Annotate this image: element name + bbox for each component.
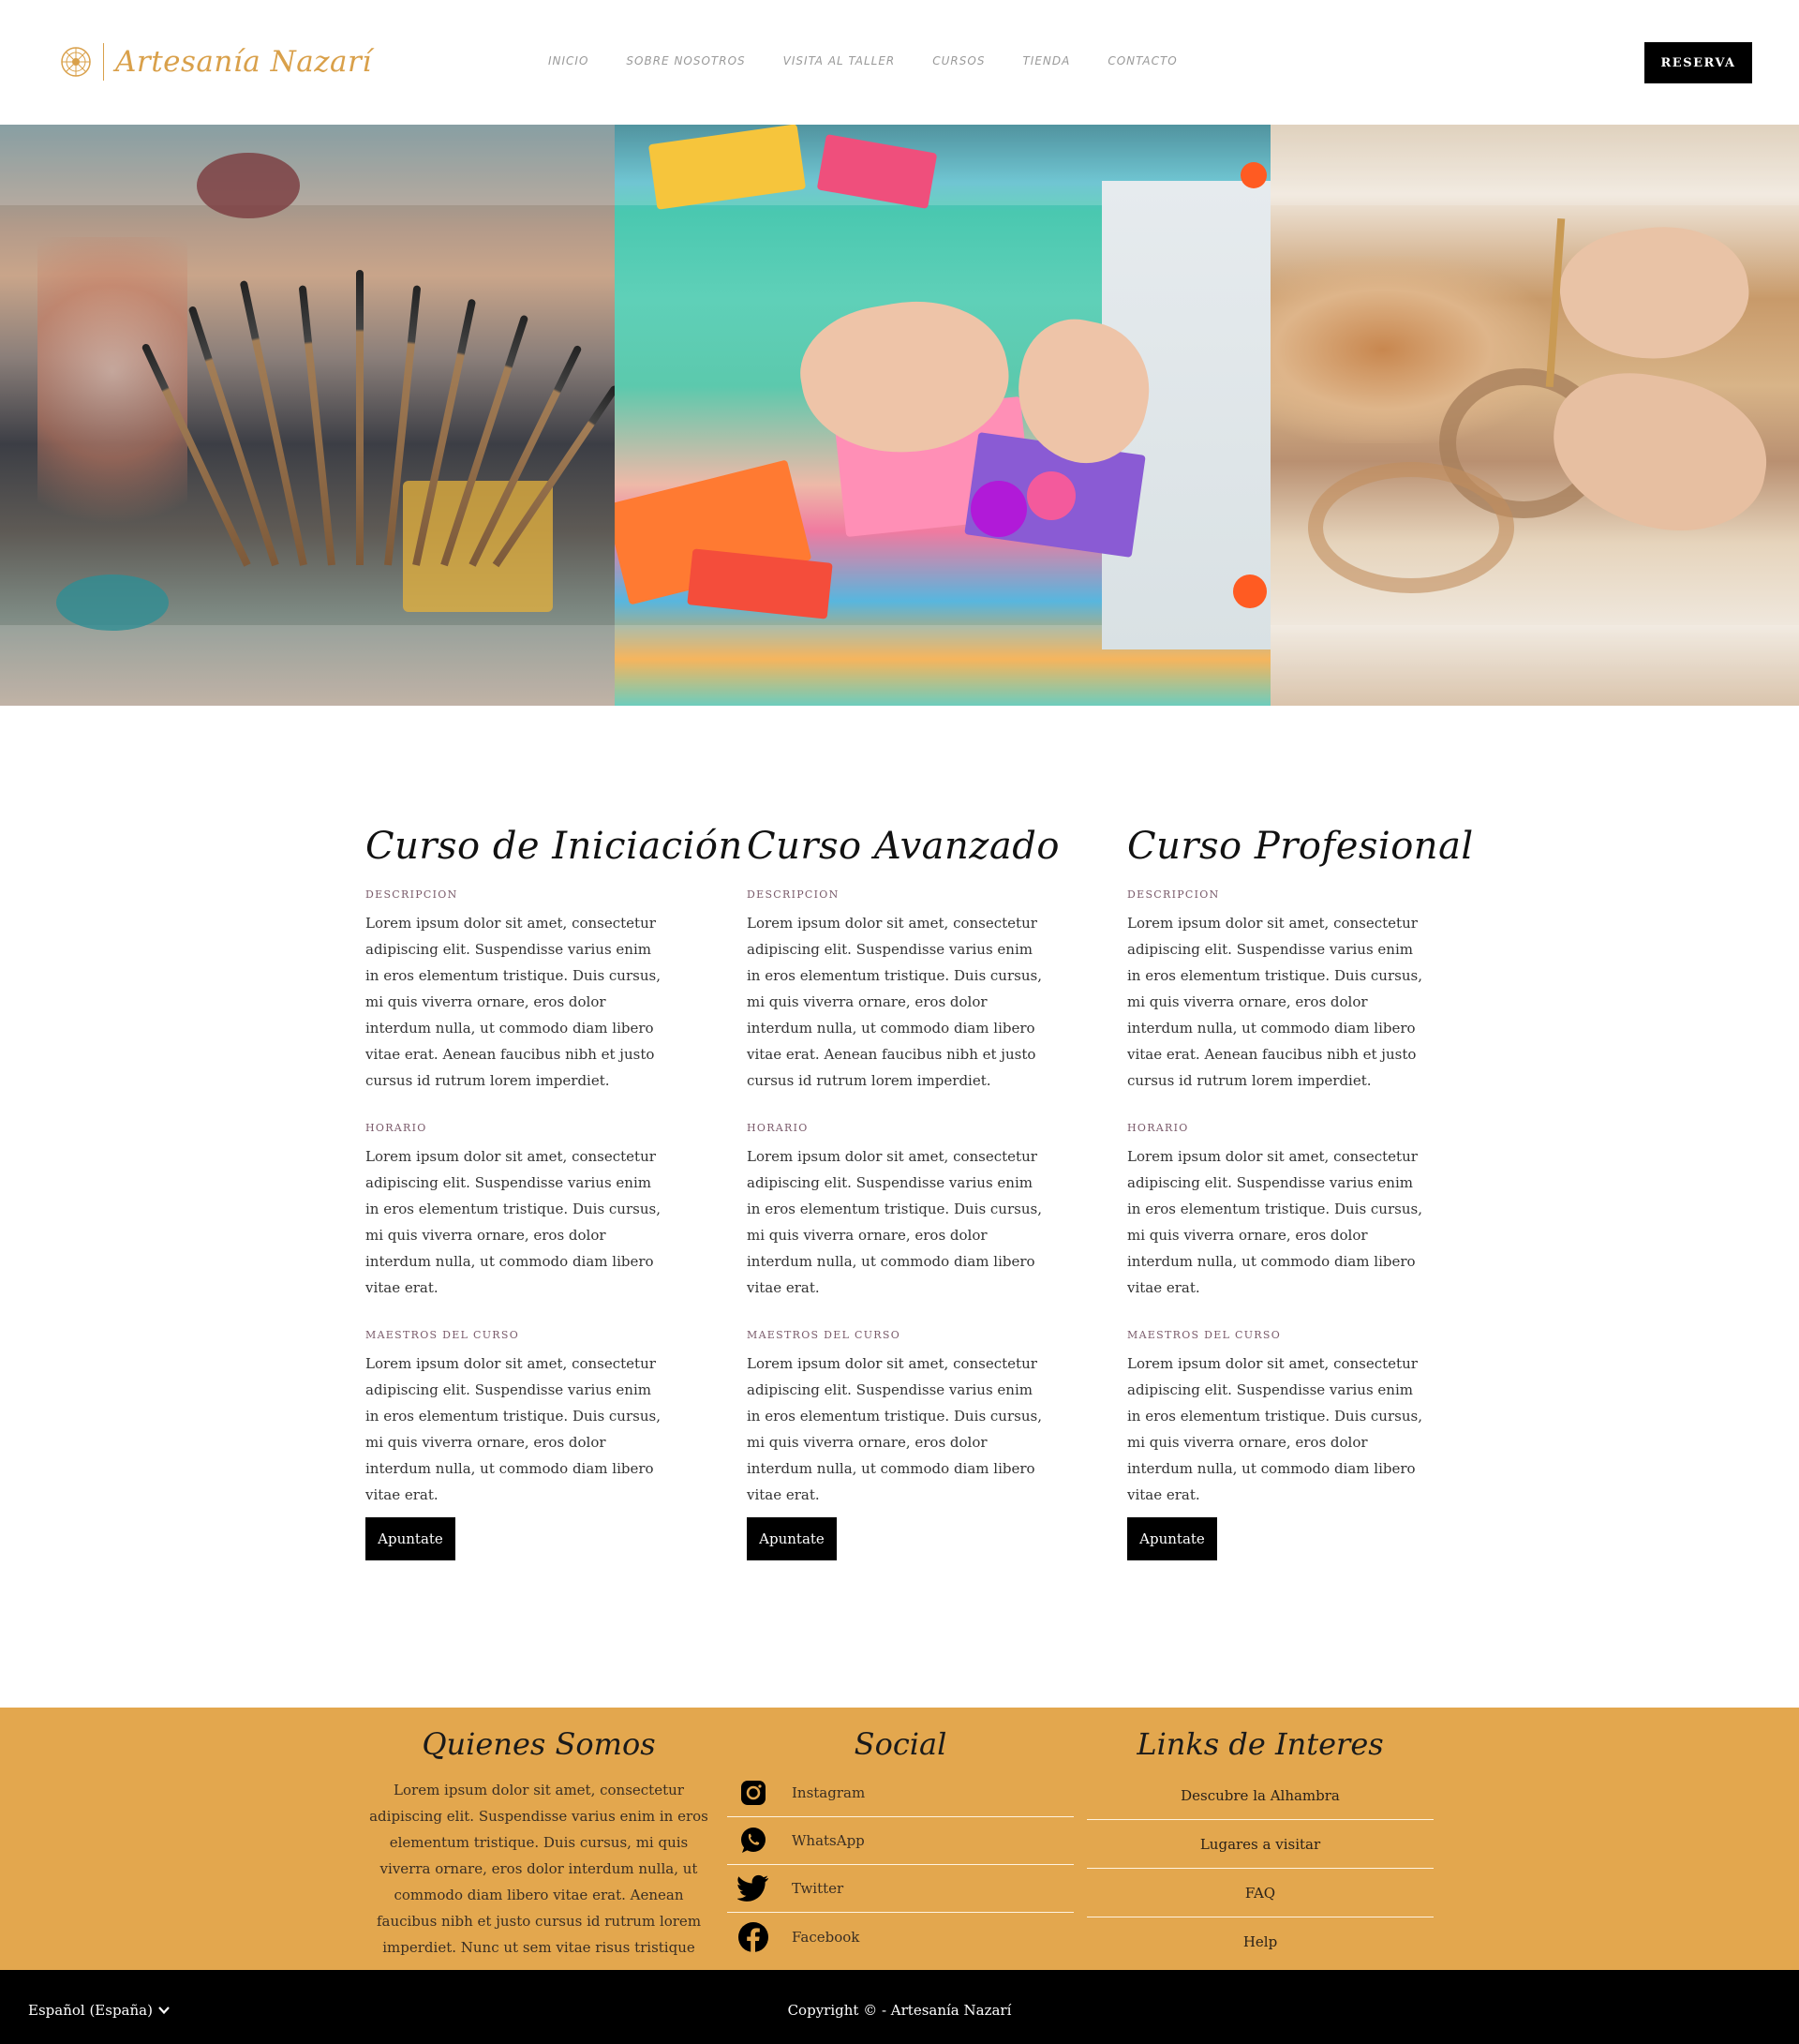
descripcion-label: DESCRIPCION bbox=[747, 888, 840, 901]
logo-mark-icon bbox=[60, 46, 92, 78]
reserva-button[interactable]: RESERVA bbox=[1644, 42, 1752, 83]
hero-image-crafts bbox=[615, 125, 1271, 706]
nav-item-visita-al-taller[interactable]: VISITA AL TALLER bbox=[783, 54, 896, 67]
whatsapp-icon bbox=[737, 1825, 769, 1857]
nav-item-tienda[interactable]: TIENDA bbox=[1022, 54, 1070, 67]
social-link-instagram[interactable]: Instagram bbox=[727, 1769, 1074, 1817]
logo-divider bbox=[103, 43, 104, 81]
link-help[interactable]: Help bbox=[1087, 1917, 1434, 1966]
copyright-text: Copyright © - Artesanía Nazarí bbox=[787, 2002, 1012, 2019]
quienes-somos-text: Lorem ipsum dolor sit amet, consectetur … bbox=[369, 1782, 708, 1982]
horario-text: Lorem ipsum dolor sit amet, consectetur … bbox=[1127, 1148, 1422, 1296]
site-footer: Quienes Somos Lorem ipsum dolor sit amet… bbox=[0, 1708, 1799, 1982]
links-title: Links de Interes bbox=[1137, 1726, 1384, 1762]
hero-image-carving bbox=[1271, 125, 1799, 706]
horario-text: Lorem ipsum dolor sit amet, consectetur … bbox=[747, 1148, 1042, 1296]
maestros-label: MAESTROS DEL CURSO bbox=[1127, 1329, 1282, 1341]
horario-label: HORARIO bbox=[365, 1122, 427, 1134]
course-title: Curso de Iniciación bbox=[365, 825, 743, 868]
instagram-icon bbox=[737, 1777, 769, 1809]
facebook-icon bbox=[737, 1921, 769, 1953]
course-card-profesional: Curso Profesional DESCRIPCION Lorem ipsu… bbox=[1127, 825, 1474, 1560]
descripcion-text: Lorem ipsum dolor sit amet, consectetur … bbox=[365, 915, 661, 1089]
logo-text: Artesanía Nazarí bbox=[115, 45, 372, 79]
course-card-avanzado: Curso Avanzado DESCRIPCION Lorem ipsum d… bbox=[747, 825, 1060, 1560]
social-label: Twitter bbox=[792, 1880, 844, 1897]
twitter-icon bbox=[737, 1872, 769, 1904]
social-link-twitter[interactable]: Twitter bbox=[727, 1865, 1074, 1913]
hero-banner bbox=[0, 125, 1799, 706]
apuntate-button[interactable]: Apuntate bbox=[747, 1517, 837, 1560]
site-header: Artesanía Nazarí INICIO SOBRE NOSOTROS V… bbox=[0, 0, 1799, 125]
apuntate-button[interactable]: Apuntate bbox=[365, 1517, 455, 1560]
logo[interactable]: Artesanía Nazarí bbox=[60, 41, 372, 82]
descripcion-text: Lorem ipsum dolor sit amet, consectetur … bbox=[747, 915, 1042, 1089]
maestros-label: MAESTROS DEL CURSO bbox=[747, 1329, 901, 1341]
apuntate-button[interactable]: Apuntate bbox=[1127, 1517, 1217, 1560]
social-list: Instagram WhatsApp Twitter Facebook bbox=[727, 1769, 1074, 1961]
social-title: Social bbox=[854, 1726, 947, 1762]
course-card-iniciacion: Curso de Iniciación DESCRIPCION Lorem ip… bbox=[365, 825, 743, 1560]
maestros-text: Lorem ipsum dolor sit amet, consectetur … bbox=[1127, 1355, 1422, 1503]
link-faq[interactable]: FAQ bbox=[1087, 1869, 1434, 1917]
maestros-text: Lorem ipsum dolor sit amet, consectetur … bbox=[747, 1355, 1042, 1503]
social-link-facebook[interactable]: Facebook bbox=[727, 1913, 1074, 1961]
social-column: Social Instagram WhatsApp Twitter Facebo… bbox=[727, 1726, 1074, 1961]
brush-cup-illustration bbox=[141, 265, 615, 568]
descripcion-label: DESCRIPCION bbox=[365, 888, 458, 901]
course-title: Curso Profesional bbox=[1127, 825, 1474, 868]
nav-item-cursos[interactable]: CURSOS bbox=[932, 54, 985, 67]
horario-label: HORARIO bbox=[1127, 1122, 1189, 1134]
nav-item-contacto[interactable]: CONTACTO bbox=[1108, 54, 1177, 67]
horario-text: Lorem ipsum dolor sit amet, consectetur … bbox=[365, 1148, 661, 1296]
descripcion-label: DESCRIPCION bbox=[1127, 888, 1220, 901]
quienes-somos-title: Quienes Somos bbox=[422, 1726, 656, 1762]
links-column: Links de Interes Descubre la Alhambra Lu… bbox=[1087, 1726, 1434, 1966]
links-list: Descubre la Alhambra Lugares a visitar F… bbox=[1087, 1771, 1434, 1966]
main-nav: INICIO SOBRE NOSOTROS VISITA AL TALLER C… bbox=[548, 54, 1215, 67]
maestros-text: Lorem ipsum dolor sit amet, consectetur … bbox=[365, 1355, 661, 1503]
nav-item-sobre-nosotros[interactable]: SOBRE NOSOTROS bbox=[626, 54, 745, 67]
courses-section: Curso de Iniciación DESCRIPCION Lorem ip… bbox=[365, 825, 1473, 1560]
descripcion-text: Lorem ipsum dolor sit amet, consectetur … bbox=[1127, 915, 1422, 1089]
social-label: WhatsApp bbox=[792, 1832, 865, 1849]
link-descubre-la-alhambra[interactable]: Descubre la Alhambra bbox=[1087, 1771, 1434, 1820]
social-link-whatsapp[interactable]: WhatsApp bbox=[727, 1817, 1074, 1865]
social-label: Instagram bbox=[792, 1784, 866, 1801]
link-lugares-a-visitar[interactable]: Lugares a visitar bbox=[1087, 1820, 1434, 1869]
nav-item-inicio[interactable]: INICIO bbox=[548, 54, 588, 67]
horario-label: HORARIO bbox=[747, 1122, 809, 1134]
quienes-somos-column: Quienes Somos Lorem ipsum dolor sit amet… bbox=[365, 1726, 712, 1987]
course-title: Curso Avanzado bbox=[747, 825, 1060, 868]
bottom-bar: Español (España) Copyright © - Artesanía… bbox=[0, 1970, 1799, 2044]
hero-image-brushes bbox=[0, 125, 615, 706]
social-label: Facebook bbox=[792, 1928, 860, 1946]
maestros-label: MAESTROS DEL CURSO bbox=[365, 1329, 520, 1341]
